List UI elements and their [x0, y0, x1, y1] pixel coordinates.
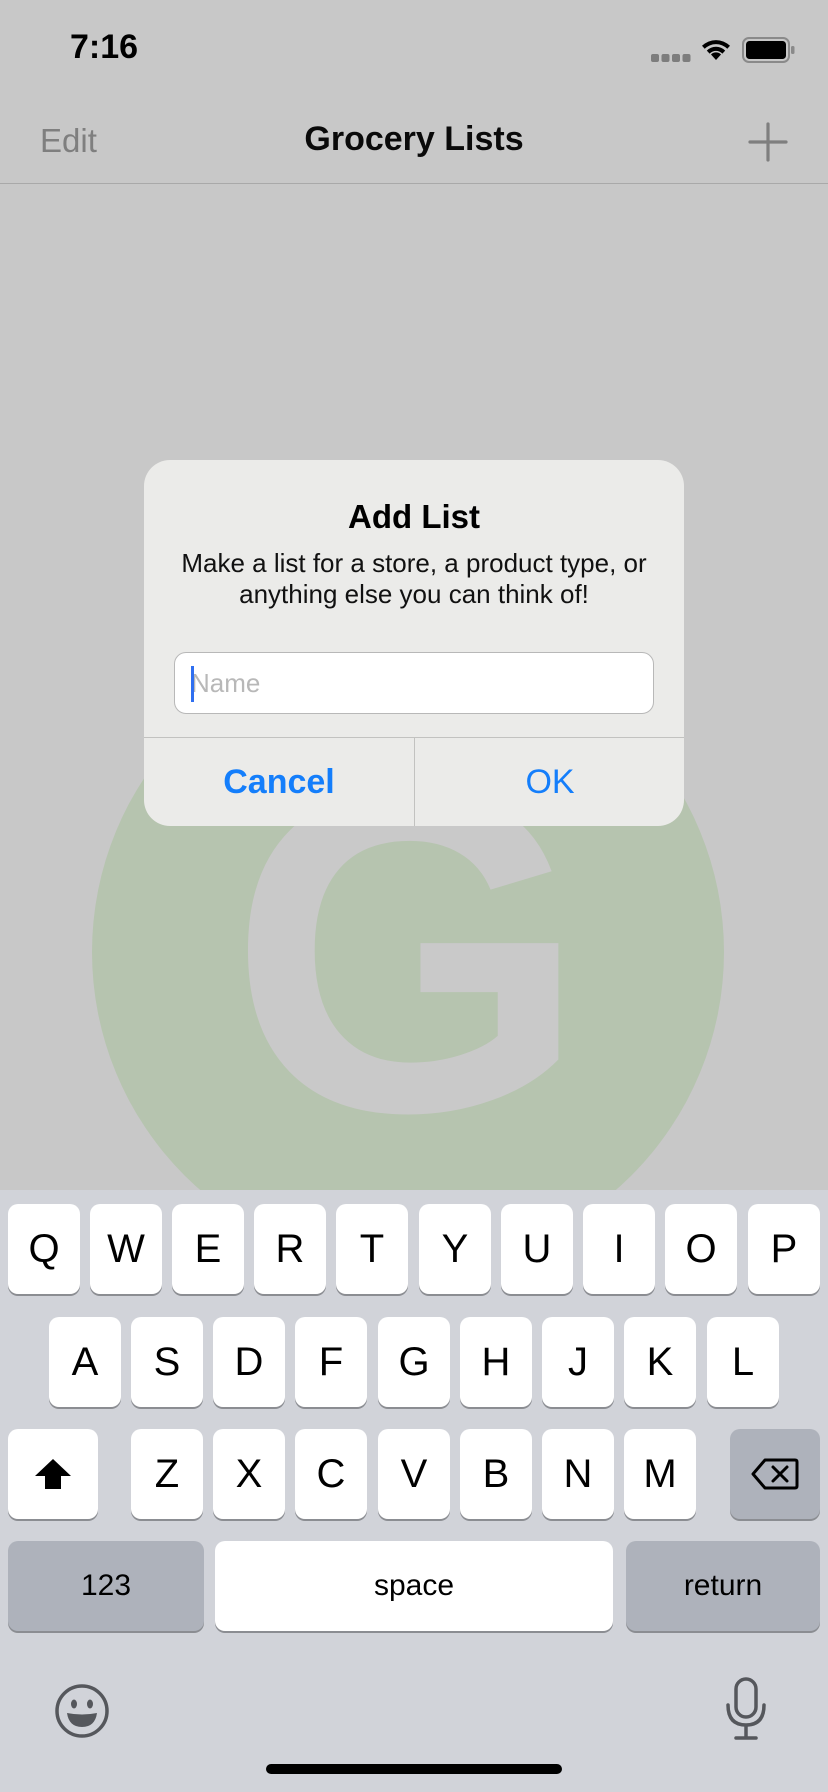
wifi-icon — [702, 40, 730, 60]
key-e[interactable]: E — [172, 1204, 244, 1294]
key-r[interactable]: R — [254, 1204, 326, 1294]
delete-backward-icon — [751, 1458, 799, 1490]
key-q[interactable]: Q — [8, 1204, 80, 1294]
status-bar: 7:16 — [0, 0, 828, 100]
space-key[interactable]: space — [215, 1541, 613, 1631]
key-o[interactable]: O — [665, 1204, 737, 1294]
key-a[interactable]: A — [49, 1317, 121, 1407]
key-p[interactable]: P — [748, 1204, 820, 1294]
key-x[interactable]: X — [213, 1429, 285, 1519]
alert-message: Make a list for a store, a product type,… — [181, 548, 647, 609]
key-t[interactable]: T — [336, 1204, 408, 1294]
key-k[interactable]: K — [624, 1317, 696, 1407]
key-w[interactable]: W — [90, 1204, 162, 1294]
return-key[interactable]: return — [626, 1541, 820, 1631]
key-s[interactable]: S — [131, 1317, 203, 1407]
add-list-alert: Add List Make a list for a store, a prod… — [144, 460, 684, 826]
key-g[interactable]: G — [378, 1317, 450, 1407]
signal-dots-icon — [651, 54, 691, 62]
status-time: 7:16 — [70, 28, 139, 66]
alert-title: Add List — [348, 498, 480, 535]
shift-key[interactable] — [8, 1429, 98, 1519]
key-i[interactable]: I — [583, 1204, 655, 1294]
numbers-key[interactable]: 123 — [8, 1541, 204, 1631]
name-field-container — [174, 652, 654, 714]
key-u[interactable]: U — [501, 1204, 573, 1294]
cancel-button[interactable]: Cancel — [144, 738, 414, 826]
plus-icon[interactable] — [746, 120, 790, 164]
page-title: Grocery Lists — [304, 120, 524, 158]
microphone-icon[interactable] — [724, 1677, 768, 1741]
battery-icon — [742, 37, 795, 63]
key-d[interactable]: D — [213, 1317, 285, 1407]
delete-key[interactable] — [730, 1429, 820, 1519]
ok-button[interactable]: OK — [415, 738, 684, 826]
shift-arrow-icon — [35, 1459, 71, 1489]
key-v[interactable]: V — [378, 1429, 450, 1519]
key-m[interactable]: M — [624, 1429, 696, 1519]
key-f[interactable]: F — [295, 1317, 367, 1407]
home-indicator[interactable] — [266, 1764, 562, 1774]
key-h[interactable]: H — [460, 1317, 532, 1407]
key-l[interactable]: L — [707, 1317, 779, 1407]
key-n[interactable]: N — [542, 1429, 614, 1519]
emoji-smiley-icon[interactable] — [54, 1683, 110, 1739]
key-y[interactable]: Y — [419, 1204, 491, 1294]
key-z[interactable]: Z — [131, 1429, 203, 1519]
navigation-bar: Edit Grocery Lists — [0, 100, 828, 184]
name-input[interactable] — [175, 653, 653, 713]
key-j[interactable]: J — [542, 1317, 614, 1407]
text-caret — [191, 666, 194, 702]
key-b[interactable]: B — [460, 1429, 532, 1519]
key-c[interactable]: C — [295, 1429, 367, 1519]
